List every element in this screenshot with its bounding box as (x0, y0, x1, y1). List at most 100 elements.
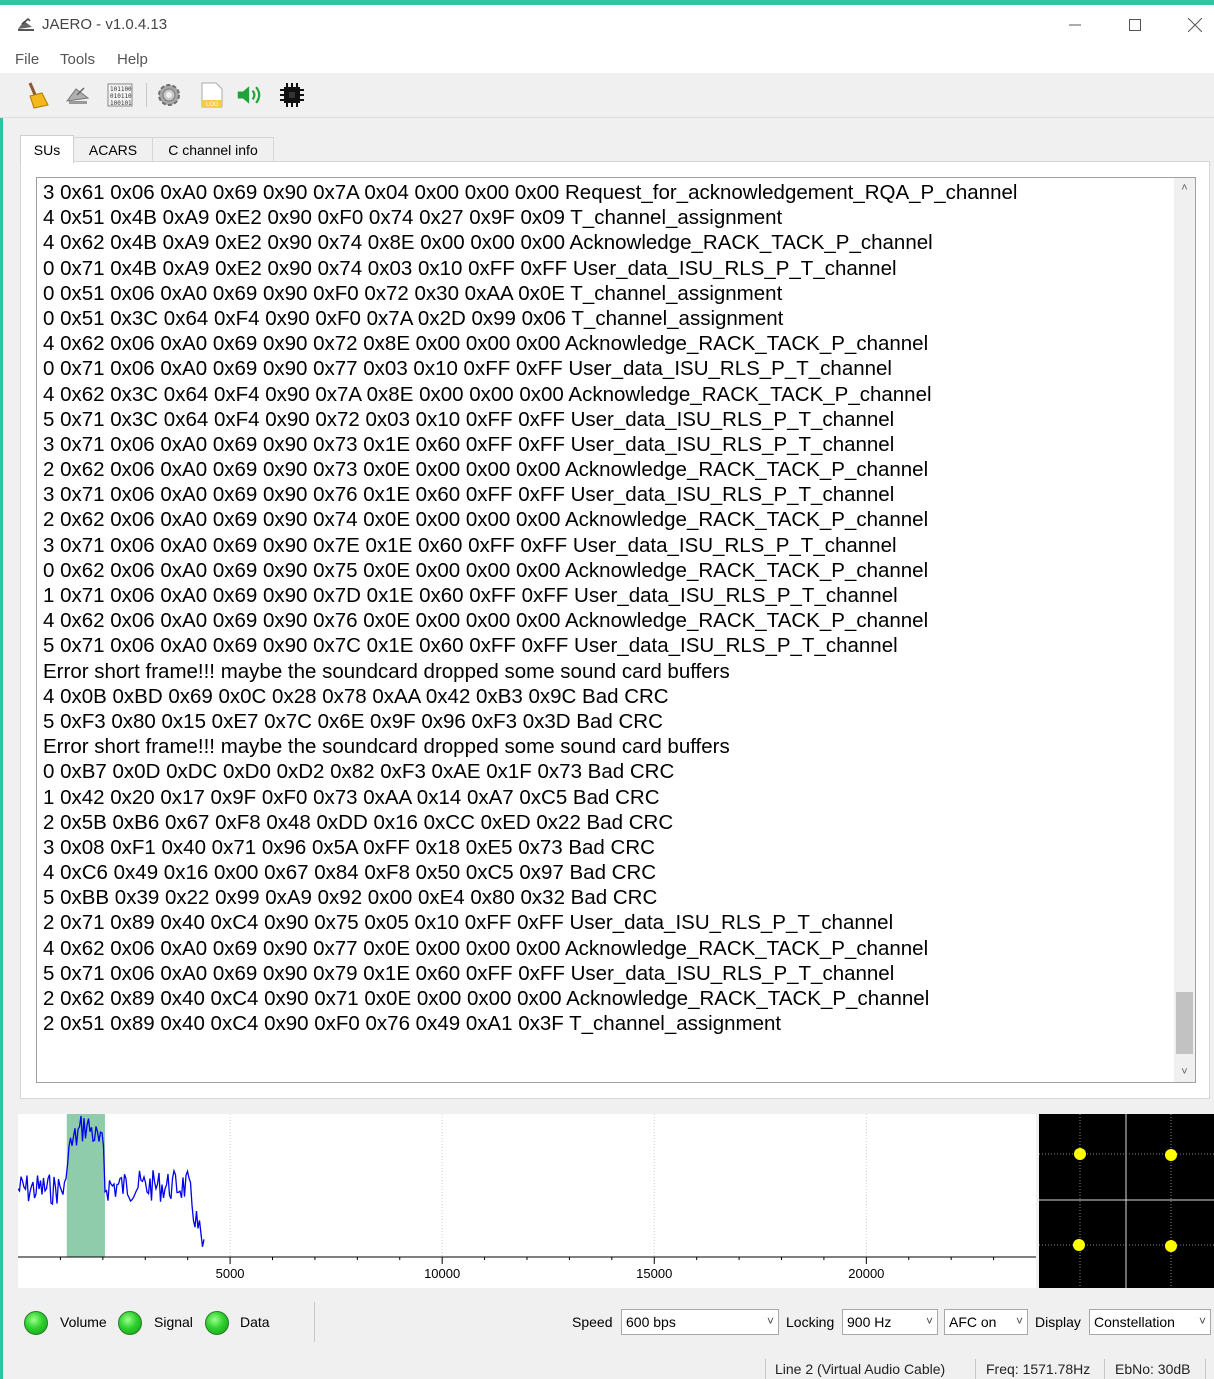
log-file-label: LOG (206, 102, 219, 108)
control-row: Volume Signal Data Speed 600 bps ˅ Locki… (0, 1300, 1214, 1344)
locking-select[interactable]: 900 Hz ˅ (842, 1309, 938, 1335)
afc-value: AFC on (949, 1314, 997, 1330)
log-line: 0 0x51 0x06 0xA0 0x69 0x90 0xF0 0x72 0x3… (43, 281, 783, 305)
chevron-down-icon: ˅ (766, 1314, 774, 1328)
spectrum-tick-label: 15000 (636, 1266, 672, 1281)
svg-text:100101: 100101 (110, 100, 132, 107)
chevron-down-icon: ˅ (1198, 1314, 1206, 1328)
chevron-down-icon: ˅ (925, 1314, 933, 1328)
log-line: 4 0x62 0x3C 0x64 0xF4 0x90 0x7A 0x8E 0x0… (43, 382, 932, 406)
tab-acars-label: ACARS (88, 142, 138, 158)
maximize-button[interactable] (1106, 9, 1164, 41)
broom-icon (28, 82, 49, 109)
constellation-point (1165, 1149, 1177, 1161)
log-line: 3 0x61 0x06 0xA0 0x69 0x90 0x7A 0x04 0x0… (43, 181, 1018, 204)
log-line: 4 0x62 0x4B 0xA9 0xE2 0x90 0x74 0x8E 0x0… (43, 231, 933, 255)
satellite-dish-icon (65, 87, 90, 104)
spectrum-tick-label: 5000 (216, 1266, 245, 1281)
status-separator (975, 1359, 976, 1379)
toolbar: 101100 010110 100101 LOG (0, 73, 1214, 118)
spectrum-tick-label: 10000 (424, 1266, 460, 1281)
svg-text:010110: 010110 (110, 93, 132, 100)
data-button[interactable]: 101100 010110 100101 (106, 81, 134, 109)
log-line: 0 0x62 0x06 0xA0 0x69 0x90 0x75 0x0E 0x0… (43, 558, 929, 582)
log-line: 2 0x62 0x06 0xA0 0x69 0x90 0x73 0x0E 0x0… (43, 458, 929, 482)
log-line: 5 0x71 0x3C 0x64 0xF4 0x90 0x72 0x03 0x1… (43, 407, 895, 431)
log-line: 4 0x51 0x4B 0xA9 0xE2 0x90 0xF0 0x74 0x2… (43, 206, 783, 230)
signal-indicator-led (118, 1311, 142, 1335)
toolbar-separator (146, 83, 147, 107)
minimize-button[interactable] (1046, 9, 1104, 41)
tab-acars[interactable]: ACARS (71, 137, 155, 162)
scroll-up-button[interactable]: ˄ (1174, 178, 1195, 198)
speed-value: 600 bps (626, 1314, 676, 1330)
tab-c-channel-info[interactable]: C channel info (152, 137, 274, 162)
status-separator (1104, 1359, 1105, 1379)
status-frequency: Freq: 1571.78Hz (986, 1361, 1091, 1377)
title-bar: JAERO - v1.0.4.13 (0, 5, 1214, 45)
close-icon (1188, 18, 1202, 32)
data-indicator-led (205, 1311, 229, 1335)
spectrum-plot[interactable]: 5000 10000 15000 20000 (17, 1114, 1036, 1288)
log-button[interactable]: LOG (198, 81, 226, 109)
log-line: 4 0xC6 0x49 0x16 0x00 0x67 0x84 0xF8 0x5… (43, 861, 657, 885)
log-line: 0 0x71 0x06 0xA0 0x69 0x90 0x77 0x03 0x1… (43, 357, 892, 381)
log-line: 1 0x71 0x06 0xA0 0x69 0x90 0x7D 0x1E 0x6… (43, 584, 898, 607)
settings-button[interactable] (155, 81, 183, 109)
display-value: Constellation (1094, 1314, 1175, 1330)
spectrum-trace (17, 1115, 205, 1247)
tab-sus-label: SUs (33, 141, 61, 158)
log-line: 2 0x51 0x89 0x40 0xC4 0x90 0xF0 0x76 0x4… (43, 1012, 782, 1036)
constellation-point (1073, 1239, 1085, 1251)
locking-value: 900 Hz (847, 1314, 892, 1330)
satellite-dish-icon (18, 17, 34, 31)
menu-file[interactable]: File (15, 51, 39, 68)
chip-icon (280, 83, 304, 107)
chevron-down-icon: ˅ (1181, 1066, 1188, 1078)
close-button[interactable] (1166, 9, 1214, 41)
spectrum-tick-label: 20000 (848, 1266, 884, 1281)
locking-label: Locking (786, 1314, 835, 1330)
chevron-down-icon: ˅ (1015, 1314, 1023, 1328)
log-scrollbar[interactable]: ˄ ˅ (1174, 178, 1195, 1082)
volume-label: Volume (60, 1314, 107, 1330)
speed-label: Speed (572, 1314, 613, 1330)
log-line: Error short frame!!! maybe the soundcard… (43, 735, 730, 759)
scroll-thumb[interactable] (1176, 992, 1193, 1054)
log-line: 1 0x42 0x20 0x17 0x9F 0xF0 0x73 0xAA 0x1… (43, 785, 660, 809)
menu-help[interactable]: Help (117, 51, 148, 68)
volume-indicator-led (24, 1311, 48, 1335)
log-line: 4 0x62 0x06 0xA0 0x69 0x90 0x76 0x0E 0x0… (43, 609, 929, 633)
chevron-up-icon: ˄ (1181, 182, 1188, 194)
tab-c-channel-info-label: C channel info (168, 142, 258, 158)
constellation-svg (1039, 1114, 1214, 1288)
chip-button[interactable] (278, 81, 306, 109)
control-separator (314, 1302, 315, 1342)
maximize-icon (1129, 19, 1141, 31)
minimize-icon (1069, 24, 1081, 26)
constellation-point (1165, 1240, 1177, 1252)
scroll-down-button[interactable]: ˅ (1174, 1062, 1195, 1082)
log-line: 3 0x71 0x06 0xA0 0x69 0x90 0x73 0x1E 0x6… (43, 432, 895, 456)
status-separator (765, 1359, 766, 1379)
afc-select[interactable]: AFC on ˅ (944, 1309, 1028, 1335)
sound-button[interactable] (236, 81, 264, 109)
log-line: 4 0x62 0x06 0xA0 0x69 0x90 0x77 0x0E 0x0… (43, 936, 929, 960)
tab-sus[interactable]: SUs (20, 135, 74, 163)
su-log-textarea[interactable]: 3 0x61 0x06 0xA0 0x69 0x90 0x7A 0x04 0x0… (36, 177, 1196, 1083)
clear-button[interactable] (22, 81, 50, 109)
log-line: 2 0x62 0x89 0x40 0xC4 0x90 0x71 0x0E 0x0… (43, 987, 930, 1010)
log-line: 3 0x71 0x06 0xA0 0x69 0x90 0x76 0x1E 0x6… (43, 483, 895, 507)
log-line: 0 0x71 0x4B 0xA9 0xE2 0x90 0x74 0x03 0x1… (43, 256, 897, 280)
log-line: 2 0x5B 0xB6 0x67 0xF8 0x48 0xDD 0x16 0xC… (43, 810, 674, 834)
svg-text:101100: 101100 (110, 86, 132, 93)
display-select[interactable]: Constellation ˅ (1089, 1309, 1211, 1335)
feed-button[interactable] (64, 81, 92, 109)
speed-select[interactable]: 600 bps ˅ (621, 1309, 779, 1335)
data-label: Data (240, 1314, 270, 1330)
binary-data-icon: 101100 010110 100101 (107, 83, 133, 107)
window-accent-left (0, 5, 3, 1379)
speaker-icon (237, 86, 261, 104)
log-line: 5 0xF3 0x80 0x15 0xE7 0x7C 0x6E 0x9F 0x9… (43, 709, 663, 733)
menu-tools[interactable]: Tools (60, 51, 95, 68)
